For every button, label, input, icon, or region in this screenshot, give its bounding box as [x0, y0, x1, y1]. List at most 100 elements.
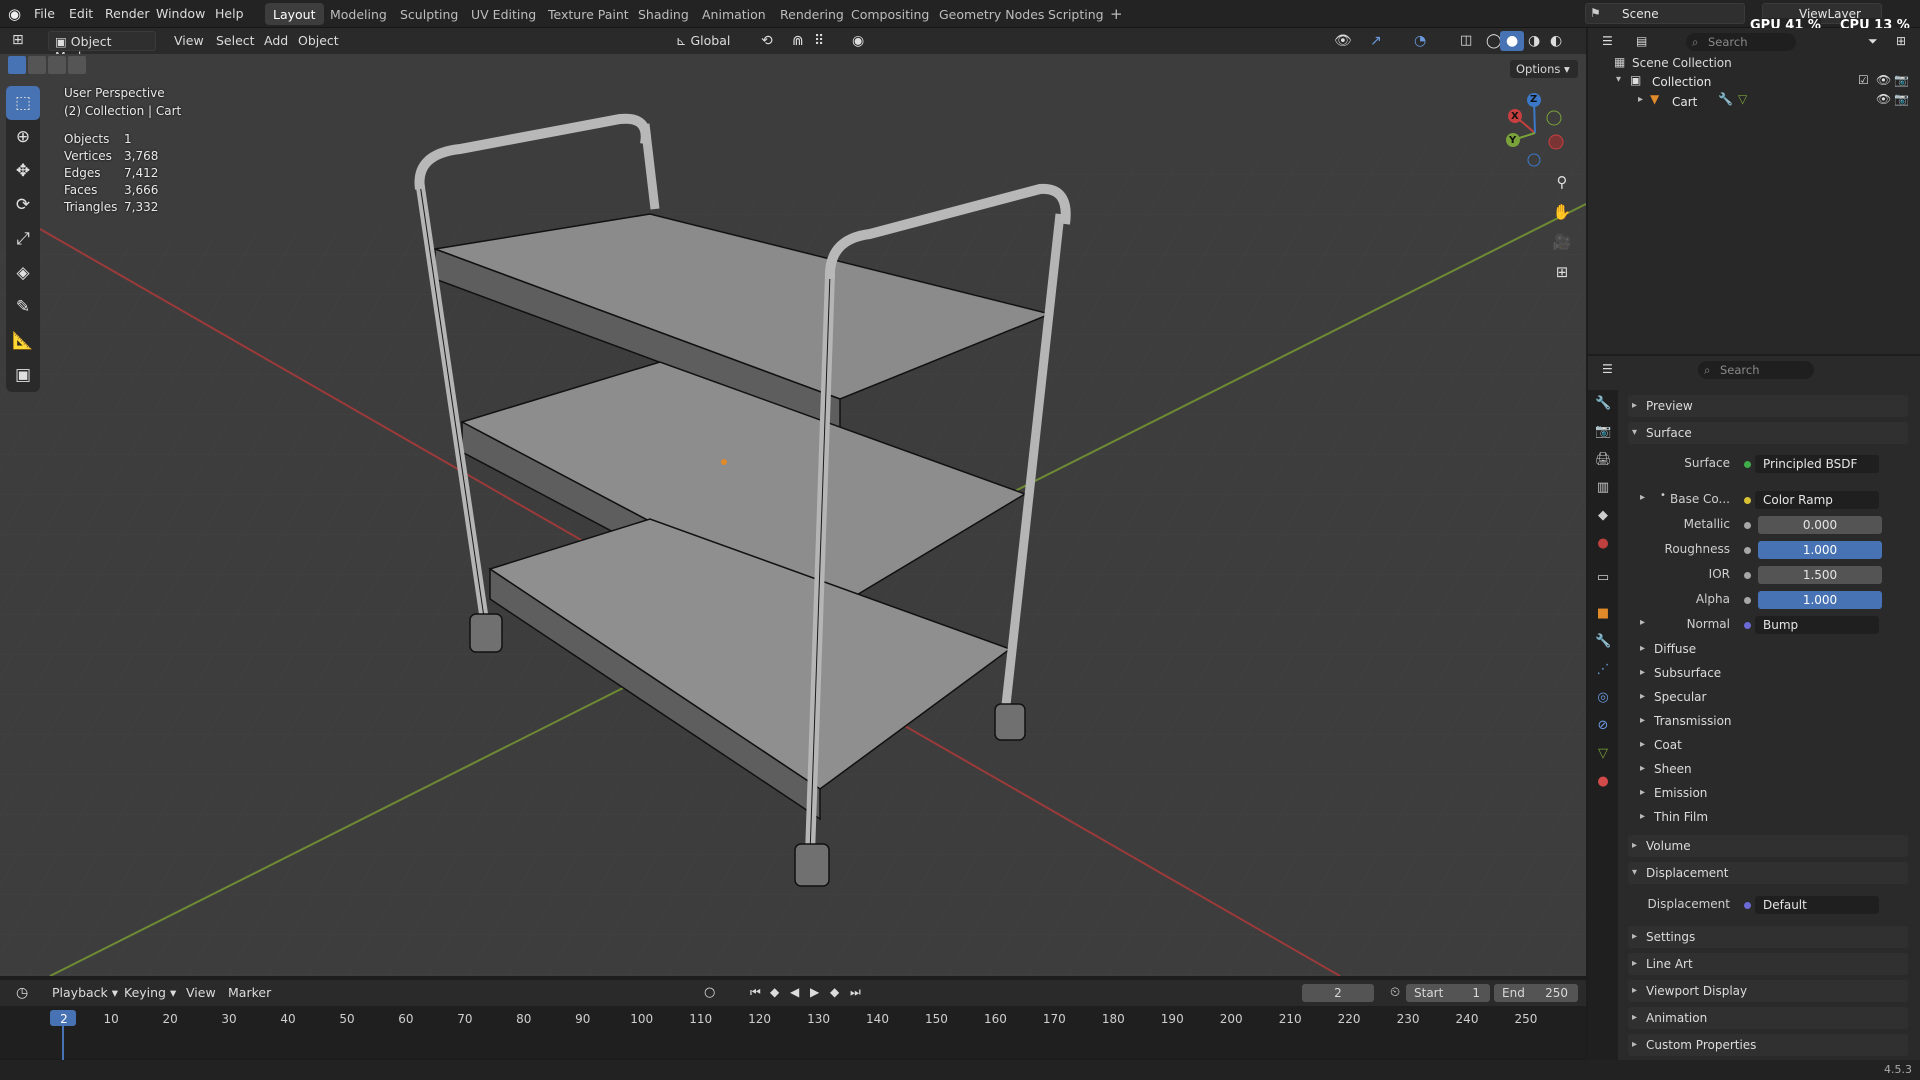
collection-label[interactable]: Collection	[1652, 75, 1711, 89]
next-keyframe-icon[interactable]: ◆	[824, 983, 845, 1003]
menu-view[interactable]: View	[168, 31, 210, 51]
particles-tab-icon[interactable]: ⋰	[1595, 662, 1611, 678]
cart-render-icon[interactable]: 📷	[1894, 92, 1909, 106]
cart-visibility-icon[interactable]: 👁	[1876, 92, 1891, 106]
menu-add[interactable]: Add	[258, 31, 294, 51]
section-preview[interactable]: ▸ Preview	[1628, 395, 1908, 417]
preview-range-icon[interactable]: ⏲	[1384, 983, 1406, 1003]
prev-keyframe-icon[interactable]: ◆	[764, 983, 785, 1003]
new-collection-icon[interactable]: ⊞	[1896, 34, 1906, 48]
editor-type-icon[interactable]: ⊞	[12, 32, 24, 48]
tab-shading[interactable]: Shading	[630, 3, 697, 25]
playback-menu[interactable]: Playback ▾	[46, 983, 124, 1003]
measure-icon[interactable]: 📐	[6, 324, 40, 358]
properties-search-input[interactable]: ⌕ Search	[1698, 361, 1814, 379]
subpanel-transmission[interactable]: ▸ Transmission	[1640, 711, 1900, 731]
collection-expand-icon[interactable]: ▾	[1616, 74, 1621, 85]
scene-tab-icon[interactable]: ◆	[1595, 508, 1611, 524]
tab-uv-editing[interactable]: UV Editing	[463, 3, 544, 25]
select-box-icon[interactable]: ⬚	[6, 86, 40, 120]
gizmo-toggle-icon[interactable]: ↗	[1364, 31, 1388, 51]
material-tab-icon[interactable]: ●	[1595, 774, 1611, 790]
mesh-data-icon[interactable]: ▽	[1738, 92, 1747, 106]
collection-visibility-icon[interactable]: 👁	[1876, 73, 1891, 87]
properties-editor-icon[interactable]: ☰	[1602, 362, 1613, 376]
tab-modeling[interactable]: Modeling	[322, 3, 395, 25]
end-frame-field[interactable]: End 250	[1494, 984, 1578, 1002]
menu-object[interactable]: Object	[292, 31, 345, 51]
cart-expand-icon[interactable]: ▸	[1638, 94, 1643, 105]
scene-collection-label[interactable]: Scene Collection	[1632, 56, 1732, 70]
transform-orientation[interactable]: ⊾ Global	[670, 31, 746, 51]
blender-logo-icon[interactable]: ◉	[8, 5, 21, 23]
metallic-slider[interactable]: 0.000	[1758, 516, 1882, 534]
display-mode-icon[interactable]: ▤	[1636, 34, 1647, 48]
shading-solid-icon[interactable]: ●	[1500, 31, 1525, 51]
filter-icon[interactable]: ⏷	[1868, 34, 1878, 49]
tool-tab-icon[interactable]: 🔧	[1595, 396, 1611, 412]
zoom-icon[interactable]: ⚲	[1548, 168, 1576, 196]
render-tab-icon[interactable]: 📷	[1595, 424, 1611, 440]
output-tab-icon[interactable]: 🖨	[1595, 452, 1612, 468]
world-tab-icon[interactable]: ●	[1595, 536, 1611, 552]
collection-exclude-checkbox[interactable]: ☑	[1858, 73, 1869, 87]
overlay-toggle-icon[interactable]: ◔	[1408, 31, 1432, 51]
select-intersect-icon[interactable]	[68, 56, 86, 74]
shading-material-icon[interactable]: ◑	[1522, 31, 1546, 51]
select-new-icon[interactable]	[8, 56, 26, 74]
modifier-wrench-icon[interactable]: 🔧	[1718, 92, 1733, 106]
transform-icon[interactable]: ◈	[6, 256, 40, 290]
pan-hand-icon[interactable]: ✋	[1548, 198, 1576, 226]
subpanel-thin-film[interactable]: ▸ Thin Film	[1640, 807, 1900, 827]
jump-end-icon[interactable]: ⏭	[844, 983, 867, 1003]
auto-keying-icon[interactable]: ○	[698, 983, 721, 1003]
object-tab-icon[interactable]: ■	[1595, 606, 1611, 622]
start-frame-field[interactable]: Start 1	[1406, 984, 1490, 1002]
base-color-field[interactable]: Color Ramp	[1755, 491, 1879, 509]
scene-selector[interactable]: ⚑ Scene	[1585, 3, 1745, 24]
cursor-icon[interactable]: ⊕	[6, 120, 40, 154]
subpanel-specular[interactable]: ▸ Specular	[1640, 687, 1900, 707]
modifier-tab-icon[interactable]: 🔧	[1595, 634, 1611, 650]
alpha-slider[interactable]: 1.000	[1758, 591, 1882, 609]
tab-animation[interactable]: Animation	[694, 3, 774, 25]
subpanel-emission[interactable]: ▸ Emission	[1640, 783, 1900, 803]
select-extend-icon[interactable]	[28, 56, 46, 74]
xray-icon[interactable]: ◫	[1454, 31, 1478, 51]
play-reverse-icon[interactable]: ◀	[784, 983, 805, 1003]
annotate-icon[interactable]: ✎	[6, 290, 40, 324]
outliner-editor-icon[interactable]: ☰	[1602, 34, 1613, 48]
keying-menu[interactable]: Keying ▾	[118, 983, 182, 1003]
scale-icon[interactable]: ⤢	[6, 222, 40, 256]
tab-geometry-nodes[interactable]: Geometry Nodes	[931, 3, 1052, 25]
tab-scripting[interactable]: Scripting	[1040, 3, 1112, 25]
select-subtract-icon[interactable]	[48, 56, 66, 74]
tab-rendering[interactable]: Rendering	[772, 3, 852, 25]
tab-texture-paint[interactable]: Texture Paint	[540, 3, 637, 25]
ior-slider[interactable]: 1.500	[1758, 566, 1882, 584]
add-cube-icon[interactable]: ▣	[6, 358, 40, 392]
grid-view-icon[interactable]: ⊞	[1548, 258, 1576, 286]
current-frame-field[interactable]: 2	[1302, 984, 1374, 1002]
section-line-art[interactable]: ▸ Line Art	[1628, 953, 1908, 975]
subpanel-diffuse[interactable]: ▸ Diffuse	[1640, 639, 1900, 659]
rotate-icon[interactable]: ⟳	[6, 188, 40, 222]
menu-help[interactable]: Help	[215, 6, 244, 21]
visibility-icon[interactable]: 👁	[1328, 31, 1358, 51]
menu-select[interactable]: Select	[210, 31, 261, 51]
section-settings[interactable]: ▸ Settings	[1628, 926, 1908, 948]
pivot-icon[interactable]: ⟲	[755, 31, 779, 51]
surface-shader-field[interactable]: Principled BSDF	[1755, 455, 1879, 473]
play-icon[interactable]: ▶	[804, 983, 825, 1003]
snap-grid-icon[interactable]: ⠿	[808, 31, 830, 51]
mode-selector[interactable]: ▣ Object Mode	[48, 31, 156, 64]
options-dropdown[interactable]: Options ▾	[1510, 60, 1578, 78]
timeline-editor-icon[interactable]: ◷	[10, 983, 34, 1003]
snap-icon[interactable]: ⋒	[786, 31, 810, 51]
section-custom-properties[interactable]: ▸ Custom Properties	[1628, 1034, 1908, 1056]
collection-render-icon[interactable]: 📷	[1894, 73, 1909, 87]
menu-file[interactable]: File	[34, 6, 55, 21]
add-workspace-icon[interactable]: +	[1110, 5, 1123, 23]
outliner-search-input[interactable]: ⌕ Search	[1686, 33, 1796, 51]
physics-tab-icon[interactable]: ◎	[1595, 690, 1611, 706]
